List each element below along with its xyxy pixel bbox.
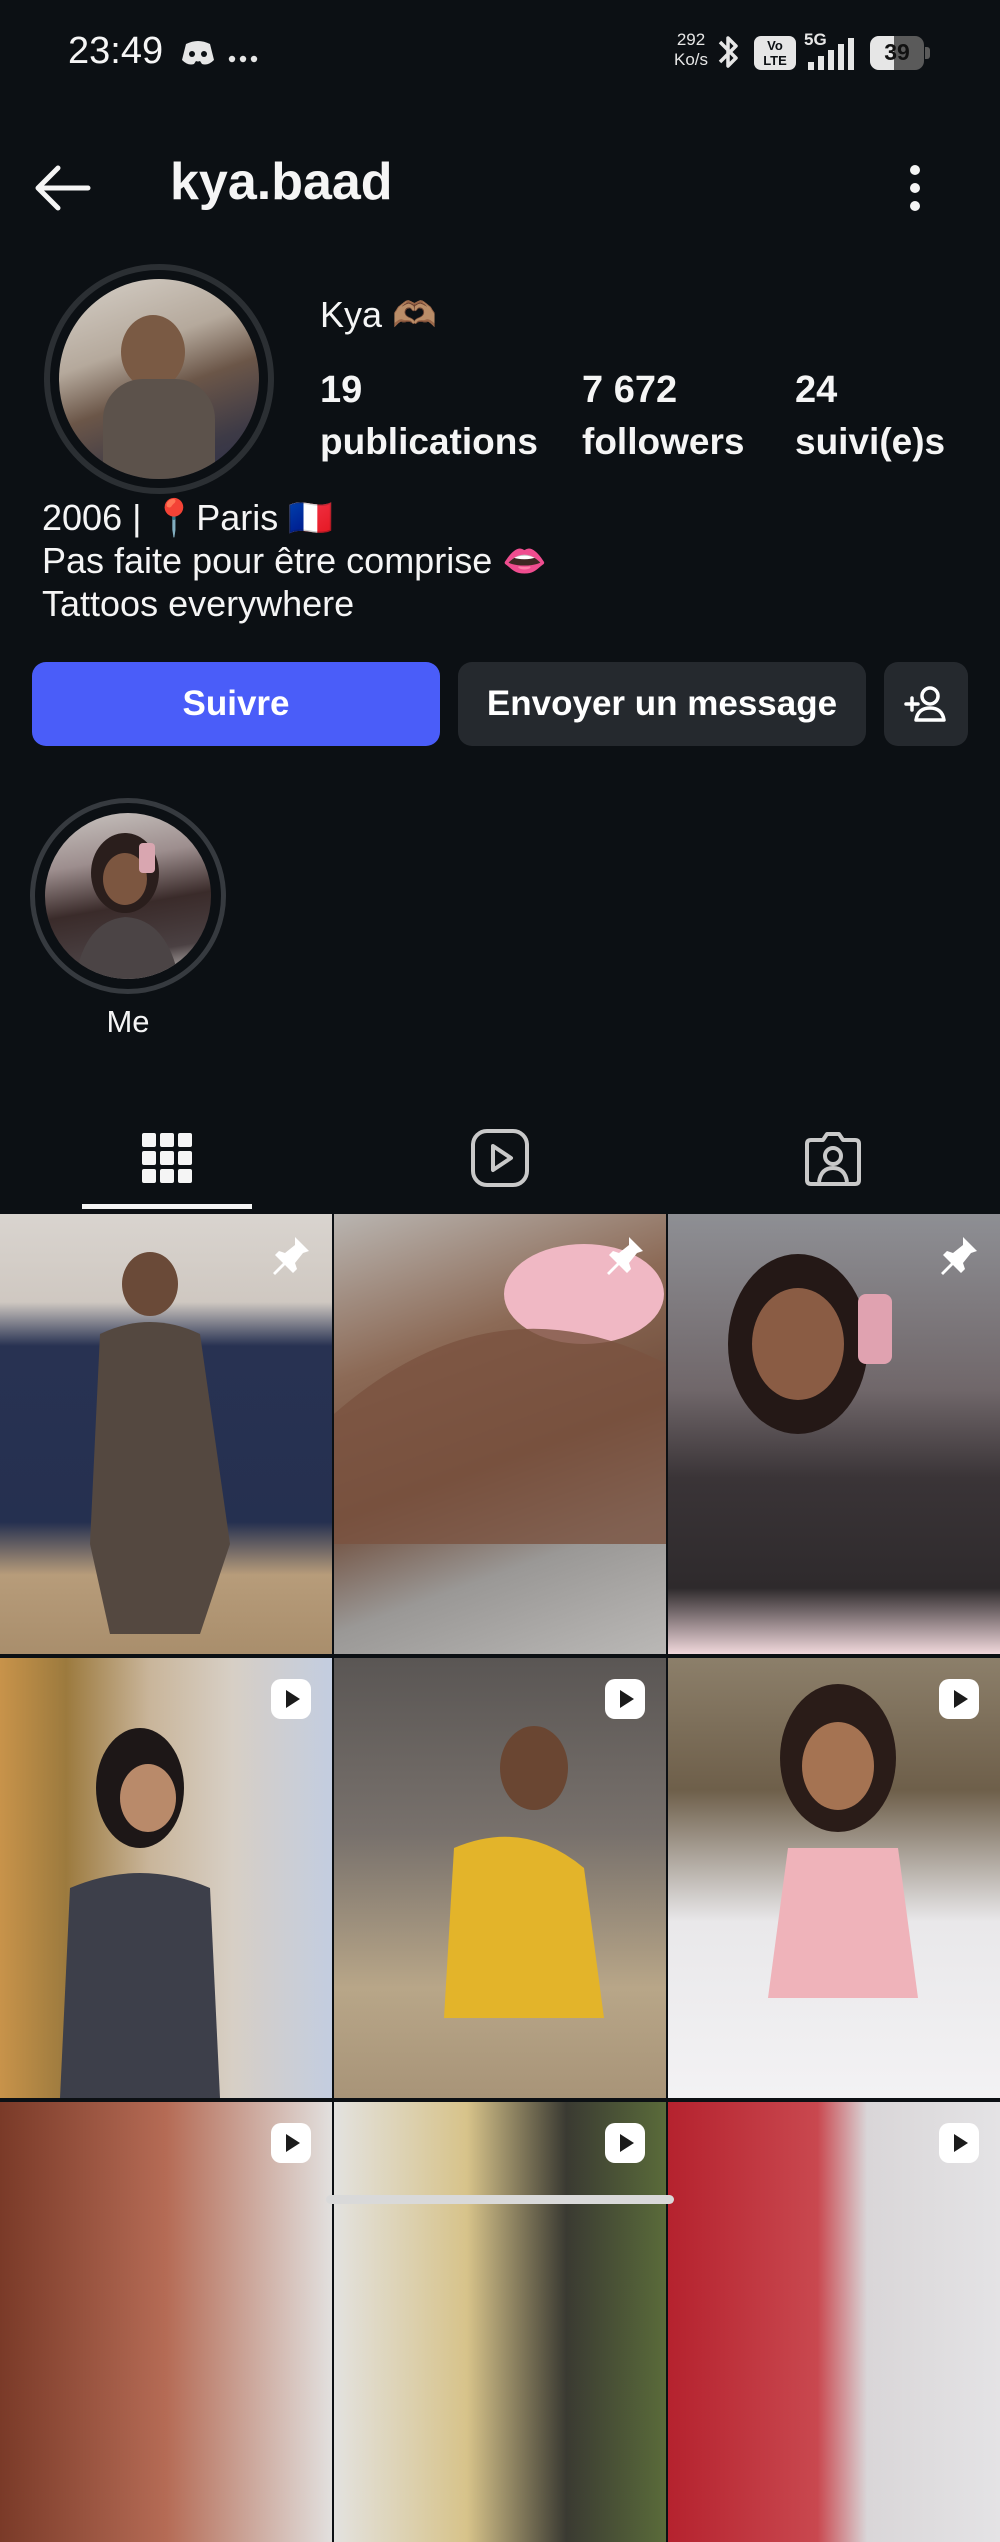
message-button[interactable]: Envoyer un message — [458, 662, 866, 746]
following-count[interactable]: 24 suivi(e)s — [795, 364, 945, 468]
pin-icon — [941, 1237, 977, 1275]
more-dots-icon — [228, 50, 258, 68]
story-highlight[interactable] — [30, 798, 226, 994]
battery-level: 39 — [884, 39, 910, 65]
following-count-value: 24 — [795, 369, 838, 411]
reels-tab[interactable] — [333, 1108, 666, 1208]
avatar-image — [59, 279, 259, 479]
post-tile[interactable] — [668, 1658, 1000, 2098]
pin-icon — [273, 1237, 309, 1275]
post-tile[interactable] — [0, 1214, 332, 1654]
home-indicator[interactable] — [326, 2195, 674, 2204]
follow-button[interactable]: Suivre — [32, 662, 440, 746]
profile-avatar[interactable] — [44, 264, 274, 494]
followers-count[interactable]: 7 672 followers — [582, 364, 744, 468]
post-tile[interactable] — [0, 2102, 332, 2542]
volte-badge: Vo LTE — [754, 36, 796, 70]
signal-icon — [806, 38, 858, 77]
reel-icon — [271, 1679, 311, 1719]
reel-icon — [939, 1679, 979, 1719]
profile-display-name: Kya 🫶🏽 — [320, 294, 437, 335]
grid-icon — [141, 1133, 192, 1183]
posts-count-label: publications — [320, 421, 538, 462]
tagged-tab[interactable] — [666, 1108, 999, 1208]
kebab-menu-icon — [910, 165, 920, 211]
followers-count-label: followers — [582, 421, 745, 462]
more-options-button[interactable] — [890, 160, 940, 216]
post-tile[interactable] — [334, 1214, 666, 1654]
network-speed-unit: Ko/s — [673, 50, 709, 69]
battery-icon: 39 — [870, 36, 930, 70]
post-tile[interactable] — [0, 1658, 332, 2098]
reel-icon — [939, 2123, 979, 2163]
post-tile[interactable] — [668, 1214, 1000, 1654]
bio-line-1: 2006 | 📍Paris 🇫🇷 — [42, 497, 334, 538]
highlight-cover — [45, 813, 211, 979]
post-tile[interactable] — [334, 2102, 666, 2542]
grid-tab[interactable] — [0, 1108, 333, 1208]
bio-line-2: Pas faite pour être comprise 👄 — [42, 540, 548, 581]
reel-icon — [605, 2123, 645, 2163]
back-button[interactable] — [30, 160, 100, 216]
add-person-icon — [904, 686, 946, 722]
profile-bio: 2006 | 📍Paris 🇫🇷 Pas faite pour être com… — [42, 496, 547, 625]
follow-button-label: Suivre — [182, 684, 290, 723]
tagged-person-icon — [804, 1132, 861, 1186]
active-tab-indicator — [82, 1204, 252, 1209]
suggested-accounts-button[interactable] — [884, 662, 968, 746]
post-tile[interactable] — [334, 1658, 666, 2098]
network-speed: 292 Ko/s — [668, 30, 714, 70]
posts-count[interactable]: 19 publications — [320, 364, 538, 468]
following-count-label: suivi(e)s — [795, 421, 946, 462]
discord-icon — [180, 38, 216, 73]
pin-icon — [607, 1237, 643, 1275]
followers-count-value: 7 672 — [582, 369, 678, 411]
back-arrow-icon — [35, 165, 91, 211]
reel-icon — [271, 2123, 311, 2163]
bluetooth-icon — [714, 32, 742, 77]
bio-line-3: Tattoos everywhere — [42, 583, 355, 624]
status-time: 23:49 — [68, 30, 164, 72]
reels-play-icon — [470, 1129, 529, 1187]
network-speed-value: 292 — [676, 30, 706, 49]
posts-count-value: 19 — [320, 369, 363, 411]
post-tile[interactable] — [668, 2102, 1000, 2542]
message-button-label: Envoyer un message — [486, 684, 838, 723]
reel-icon — [605, 1679, 645, 1719]
highlight-label: Me — [106, 1004, 150, 1039]
volte-text: Vo LTE — [763, 38, 787, 68]
profile-username: kya.baad — [170, 153, 393, 211]
